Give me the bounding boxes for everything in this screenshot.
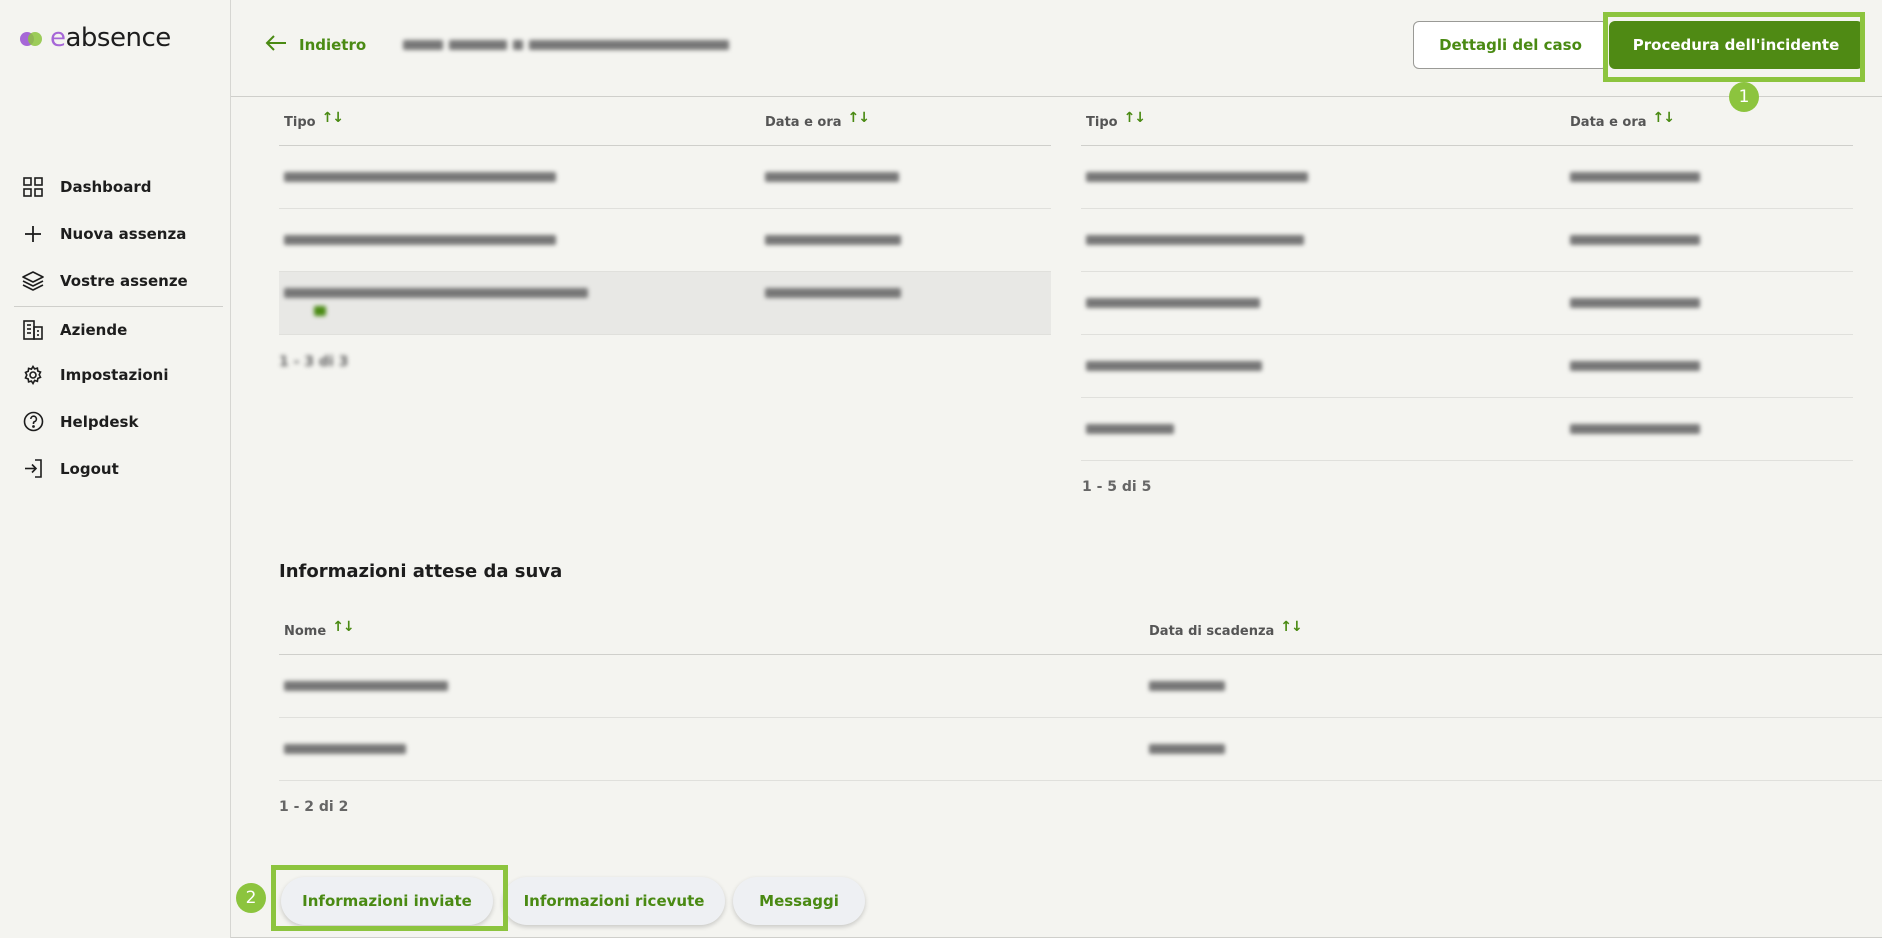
sidebar-item-new-absence[interactable]: Nuova assenza — [0, 210, 231, 257]
annotation-badge-2: 2 — [236, 883, 266, 913]
sidebar-nav: Dashboard Nuova assenza Vostre assenze A… — [0, 163, 231, 492]
layers-icon — [22, 270, 44, 292]
expected-info-title: Informazioni attese da suva — [279, 561, 563, 582]
building-icon — [22, 319, 44, 341]
logout-icon — [22, 458, 44, 480]
tab-messages[interactable]: Messaggi — [733, 877, 865, 925]
info-tabs: Informazioni inviate Informazioni ricevu… — [231, 868, 1882, 938]
table-row[interactable] — [279, 718, 1882, 781]
back-label: Indietro — [299, 36, 367, 54]
nav-divider — [14, 306, 223, 307]
logo[interactable]: eabsence — [20, 23, 171, 53]
help-icon — [22, 411, 44, 433]
right-table-pager: 1 - 5 di 5 — [1082, 479, 1152, 495]
table-header: Nome ↑↓ Data di scadenza ↑↓ — [279, 607, 1882, 655]
table-row[interactable] — [1081, 335, 1853, 398]
logo-text: eabsence — [50, 23, 171, 53]
sort-icon[interactable]: ↑↓ — [332, 619, 354, 635]
left-events-table: Tipo ↑↓ Data e ora ↑↓ — [279, 98, 1051, 335]
sidebar-item-logout[interactable]: Logout — [0, 445, 231, 492]
column-header-name[interactable]: Nome ↑↓ — [279, 619, 1144, 639]
sidebar-item-label: Nuova assenza — [60, 224, 187, 243]
case-details-button[interactable]: Dettagli del caso — [1413, 21, 1608, 69]
sort-icon[interactable]: ↑↓ — [322, 110, 344, 126]
column-header-datetime[interactable]: Data e ora ↑↓ — [1565, 110, 1853, 130]
arrow-left-icon — [265, 34, 287, 56]
table-row[interactable] — [1081, 146, 1853, 209]
sidebar-item-helpdesk[interactable]: Helpdesk — [0, 398, 231, 445]
sidebar-item-settings[interactable]: Impostazioni — [0, 351, 231, 398]
tab-received-information[interactable]: Informazioni ricevute — [503, 877, 725, 925]
expected-info-pager: 1 - 2 di 2 — [279, 799, 349, 815]
page-header: Indietro Dettagli del caso Procedura del… — [231, 0, 1882, 97]
table-row[interactable] — [279, 146, 1051, 209]
table-row[interactable] — [279, 655, 1882, 718]
sidebar-item-label: Impostazioni — [60, 365, 169, 384]
sidebar-item-label: Helpdesk — [60, 412, 139, 431]
grid-icon — [22, 176, 44, 198]
table-row[interactable] — [279, 209, 1051, 272]
expected-info-table: Nome ↑↓ Data di scadenza ↑↓ — [279, 607, 1882, 781]
table-header: Tipo ↑↓ Data e ora ↑↓ — [1081, 98, 1853, 146]
sidebar-item-label: Logout — [60, 459, 119, 478]
column-header-type[interactable]: Tipo ↑↓ — [1081, 110, 1565, 130]
column-header-type[interactable]: Tipo ↑↓ — [279, 110, 760, 130]
tab-sent-information[interactable]: Informazioni inviate — [281, 877, 493, 925]
sort-icon[interactable]: ↑↓ — [1124, 110, 1146, 126]
table-row-selected[interactable] — [279, 272, 1051, 335]
logo-mark-icon — [20, 30, 42, 46]
plus-icon — [22, 223, 44, 245]
sort-icon[interactable]: ↑↓ — [1653, 110, 1675, 126]
gear-icon — [22, 364, 44, 386]
table-row[interactable] — [1081, 398, 1853, 461]
sort-icon[interactable]: ↑↓ — [1280, 619, 1302, 635]
sidebar-item-dashboard[interactable]: Dashboard — [0, 163, 231, 210]
sidebar-item-your-absences[interactable]: Vostre assenze — [0, 257, 231, 304]
table-header: Tipo ↑↓ Data e ora ↑↓ — [279, 98, 1051, 146]
sidebar-item-label: Aziende — [60, 321, 128, 339]
left-table-pager: 1 - 3 di 3 — [279, 354, 349, 370]
sidebar-item-companies[interactable]: Aziende — [0, 309, 231, 351]
incident-procedure-button[interactable]: Procedura dell'incidente — [1609, 21, 1863, 69]
sort-icon[interactable]: ↑↓ — [848, 110, 870, 126]
case-title-redacted — [403, 34, 729, 56]
sidebar: eabsence Dashboard Nuova assenza Vostre … — [0, 0, 231, 938]
table-row[interactable] — [1081, 272, 1853, 335]
sidebar-item-label: Vostre assenze — [60, 271, 188, 290]
column-header-datetime[interactable]: Data e ora ↑↓ — [760, 110, 1050, 130]
sidebar-item-label: Dashboard — [60, 177, 152, 196]
table-row[interactable] — [1081, 209, 1853, 272]
right-events-table: Tipo ↑↓ Data e ora ↑↓ — [1081, 98, 1853, 461]
column-header-due-date[interactable]: Data di scadenza ↑↓ — [1144, 619, 1544, 639]
back-button[interactable]: Indietro — [265, 34, 366, 56]
